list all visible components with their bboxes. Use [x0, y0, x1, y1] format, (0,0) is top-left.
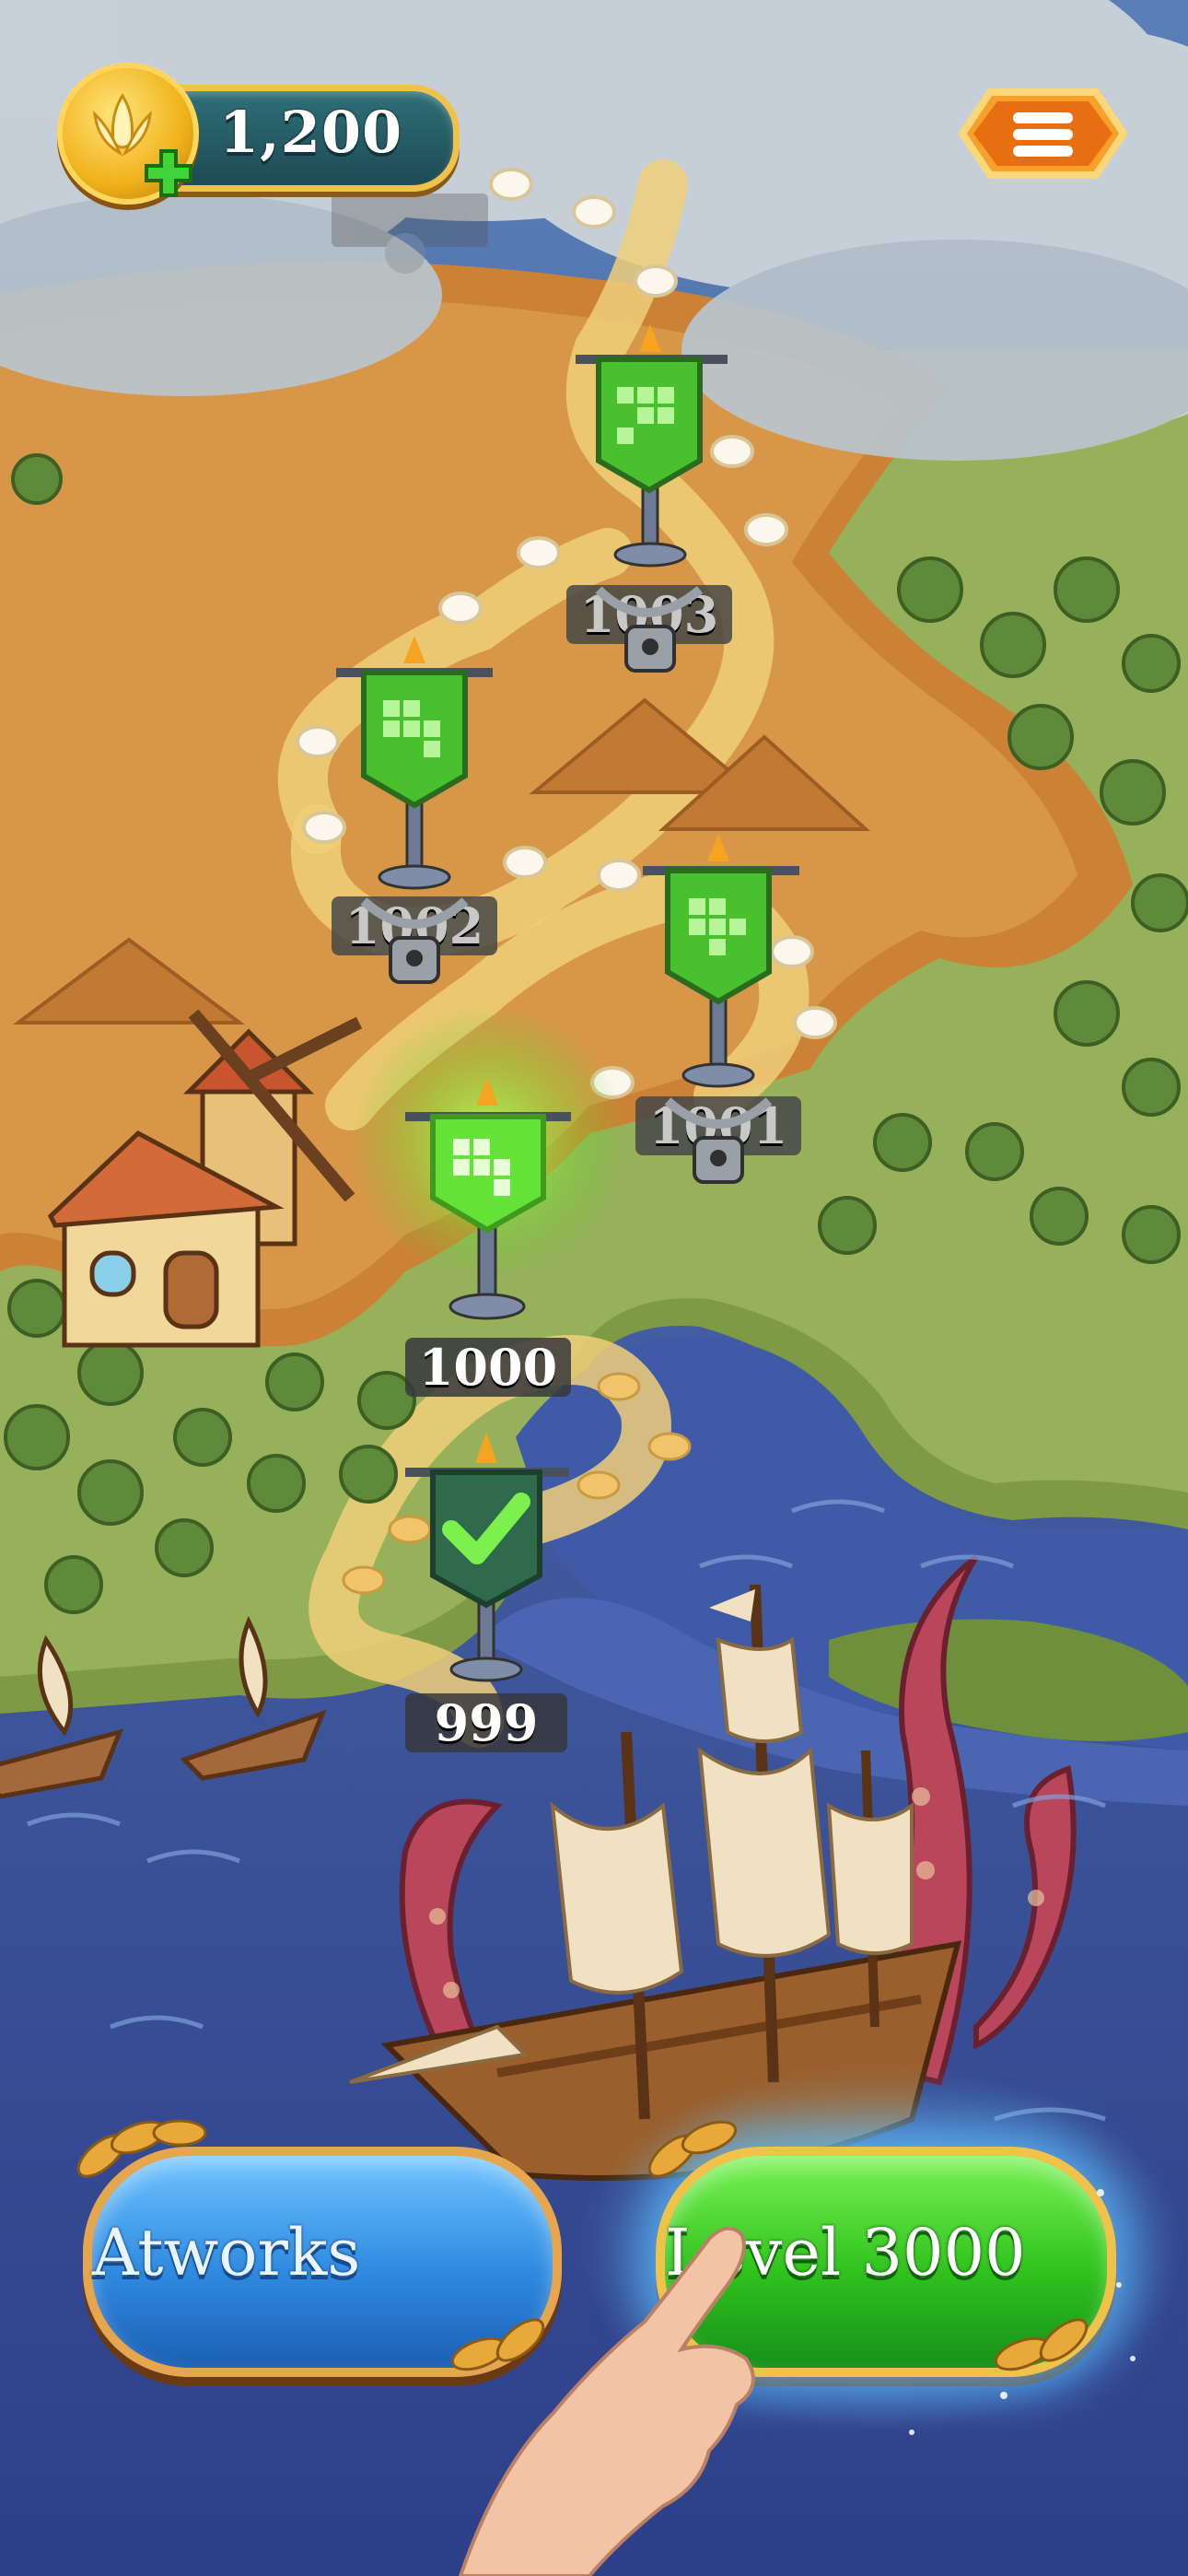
pointing-hand	[458, 2226, 755, 2576]
